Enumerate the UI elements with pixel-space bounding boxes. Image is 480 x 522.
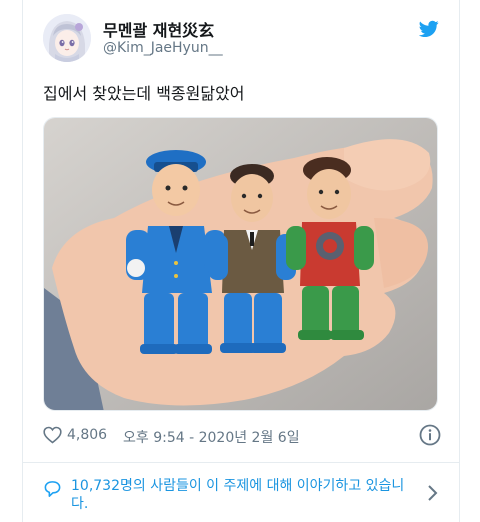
- twitter-bird-icon[interactable]: [418, 20, 439, 38]
- tweet-text: 집에서 찾았는데 백종원닮았어: [43, 84, 245, 103]
- user-handle[interactable]: @Kim_JaeHyun__: [103, 40, 223, 56]
- chevron-right-icon: [427, 484, 439, 502]
- conversation-link[interactable]: 10,732명의 사람들이 이 주제에 대해 이야기하고 있습니다.: [43, 474, 441, 518]
- timestamp[interactable]: 오후 9:54 - 2020년 2월 6일: [123, 427, 300, 447]
- display-name[interactable]: 무멘괄 재현災玄: [103, 17, 214, 41]
- conversation-text: 10,732명의 사람들이 이 주제에 대해 이야기하고 있습니다.: [71, 478, 405, 512]
- avatar[interactable]: [43, 14, 91, 62]
- tweet-meta: 4,806 오후 9:54 - 2020년 2월 6일: [43, 424, 441, 448]
- speech-bubble-icon: [43, 480, 62, 498]
- tweet-card: 무멘괄 재현災玄 @Kim_JaeHyun__ 집에서 찾았는데 백종원닮았어: [22, 0, 460, 522]
- divider: [23, 462, 459, 463]
- info-icon[interactable]: [419, 424, 441, 446]
- like-count[interactable]: 4,806: [67, 427, 107, 443]
- tweet-photo[interactable]: [43, 117, 438, 411]
- heart-icon[interactable]: [43, 426, 62, 444]
